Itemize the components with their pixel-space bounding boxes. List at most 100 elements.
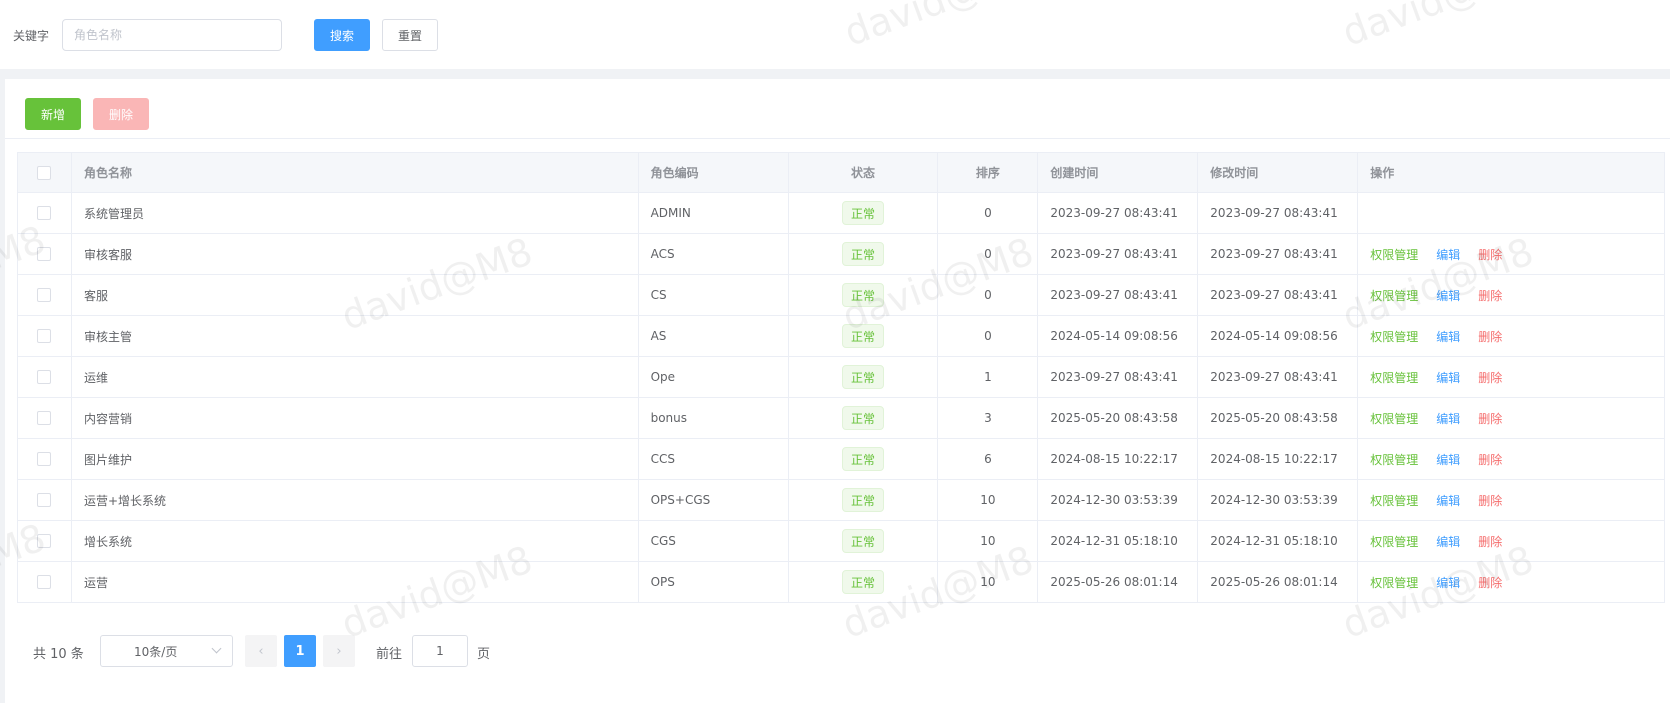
modified-time-cell: 2023-09-27 08:43:41 bbox=[1198, 357, 1359, 397]
delete-link[interactable]: 删除 bbox=[1478, 492, 1502, 509]
select-all-cell bbox=[18, 153, 72, 192]
role-code-cell: Ope bbox=[639, 357, 789, 397]
role-name-search-input[interactable] bbox=[62, 19, 282, 51]
next-page-button[interactable]: › bbox=[323, 635, 355, 667]
role-table: 角色名称 角色编码 状态 排序 创建时间 修改时间 操作 系统管理员 ADMIN 正… bbox=[17, 152, 1666, 603]
status-cell: 正常 bbox=[789, 521, 939, 561]
modified-time-cell: 2024-05-14 09:08:56 bbox=[1198, 316, 1359, 356]
status-badge: 正常 bbox=[841, 488, 884, 512]
chevron-left-icon: ‹ bbox=[258, 643, 264, 659]
toolbar-divider bbox=[5, 138, 1670, 139]
keyword-label: 关键字 bbox=[13, 29, 50, 43]
actions-cell: 权限管理 编辑 删除 bbox=[1358, 480, 1666, 520]
delete-link[interactable]: 删除 bbox=[1478, 410, 1502, 427]
actions-cell: 权限管理 编辑 删除 bbox=[1358, 521, 1666, 561]
permission-manage-link[interactable]: 权限管理 bbox=[1370, 451, 1418, 468]
row-checkbox[interactable] bbox=[37, 452, 52, 466]
edit-link[interactable]: 编辑 bbox=[1436, 574, 1460, 591]
role-name-cell: 运营+增长系统 bbox=[72, 480, 639, 520]
edit-link[interactable]: 编辑 bbox=[1436, 287, 1460, 304]
status-cell: 正常 bbox=[789, 398, 939, 438]
goto-suffix: 页 bbox=[477, 647, 491, 662]
add-role-button[interactable]: 新增 bbox=[25, 98, 81, 130]
row-select-cell bbox=[18, 357, 72, 397]
page-size-select[interactable]: 10条/页 bbox=[100, 635, 233, 667]
permission-manage-link[interactable]: 权限管理 bbox=[1370, 246, 1418, 263]
role-code-cell: OPS+CGS bbox=[639, 480, 789, 520]
reset-button[interactable]: 重置 bbox=[382, 19, 438, 51]
row-checkbox[interactable] bbox=[37, 247, 52, 261]
delete-link[interactable]: 删除 bbox=[1478, 246, 1502, 263]
row-checkbox[interactable] bbox=[37, 370, 52, 384]
permission-manage-link[interactable]: 权限管理 bbox=[1370, 369, 1418, 386]
created-time-cell: 2023-09-27 08:43:41 bbox=[1038, 193, 1199, 233]
row-checkbox[interactable] bbox=[37, 534, 52, 548]
row-checkbox[interactable] bbox=[37, 206, 52, 220]
row-checkbox[interactable] bbox=[37, 493, 52, 507]
delete-link[interactable]: 删除 bbox=[1478, 533, 1502, 550]
status-badge: 正常 bbox=[841, 365, 884, 389]
goto-label: 前往 bbox=[376, 647, 403, 662]
edit-link[interactable]: 编辑 bbox=[1436, 410, 1460, 427]
role-name-cell: 运维 bbox=[72, 357, 639, 397]
edit-link[interactable]: 编辑 bbox=[1436, 492, 1460, 509]
actions-cell: 权限管理 编辑 删除 bbox=[1358, 316, 1666, 356]
role-name-cell: 客服 bbox=[72, 275, 639, 315]
row-checkbox[interactable] bbox=[37, 411, 52, 425]
sort-cell: 1 bbox=[938, 357, 1039, 397]
table-row: 图片维护 CCS 正常 6 2024-08-15 10:22:17 2024-08-15 … bbox=[18, 439, 1666, 480]
created-time-cell: 2023-09-27 08:43:41 bbox=[1038, 275, 1199, 315]
role-name-cell: 增长系统 bbox=[72, 521, 639, 561]
role-list-card: 新增 删除 角色名称 角色编码 状态 排序 创建时间 修改时间 操作 系统管理员… bbox=[5, 79, 1670, 703]
modified-time-cell: 2023-09-27 08:43:41 bbox=[1198, 275, 1359, 315]
permission-manage-link[interactable]: 权限管理 bbox=[1370, 287, 1418, 304]
sort-cell: 0 bbox=[938, 193, 1039, 233]
row-select-cell bbox=[18, 234, 72, 274]
prev-page-button[interactable]: ‹ bbox=[245, 635, 277, 667]
header-role-name: 角色名称 bbox=[72, 153, 639, 192]
role-code-cell: CCS bbox=[639, 439, 789, 479]
header-role-code: 角色编码 bbox=[639, 153, 789, 192]
table-body: 系统管理员 ADMIN 正常 0 2023-09-27 08:43:41 2023-09-… bbox=[18, 193, 1666, 603]
delete-link[interactable]: 删除 bbox=[1478, 369, 1502, 386]
permission-manage-link[interactable]: 权限管理 bbox=[1370, 492, 1418, 509]
batch-delete-button[interactable]: 删除 bbox=[93, 98, 149, 130]
table-row: 客服 CS 正常 0 2023-09-27 08:43:41 2023-09-27 08:… bbox=[18, 275, 1666, 316]
header-sort: 排序 bbox=[938, 153, 1039, 192]
created-time-cell: 2025-05-20 08:43:58 bbox=[1038, 398, 1199, 438]
select-all-checkbox[interactable] bbox=[37, 165, 52, 180]
table-row: 内容营销 bonus 正常 3 2025-05-20 08:43:58 2025-05-2… bbox=[18, 398, 1666, 439]
role-code-cell: CS bbox=[639, 275, 789, 315]
status-cell: 正常 bbox=[789, 234, 939, 274]
page-size-value: 10条/页 bbox=[134, 644, 178, 659]
delete-link[interactable]: 删除 bbox=[1478, 451, 1502, 468]
row-checkbox[interactable] bbox=[37, 575, 52, 589]
goto-page-input[interactable] bbox=[412, 635, 468, 667]
pagination: 共 10 条 10条/页 ‹ 1 › 前往 页 bbox=[5, 634, 605, 668]
role-name-cell: 内容营销 bbox=[72, 398, 639, 438]
sort-cell: 3 bbox=[938, 398, 1039, 438]
permission-manage-link[interactable]: 权限管理 bbox=[1370, 533, 1418, 550]
row-select-cell bbox=[18, 193, 72, 233]
status-badge: 正常 bbox=[841, 529, 884, 553]
page-number-button[interactable]: 1 bbox=[284, 635, 316, 667]
chevron-down-icon bbox=[211, 643, 222, 654]
permission-manage-link[interactable]: 权限管理 bbox=[1370, 410, 1418, 427]
edit-link[interactable]: 编辑 bbox=[1436, 328, 1460, 345]
permission-manage-link[interactable]: 权限管理 bbox=[1370, 574, 1418, 591]
edit-link[interactable]: 编辑 bbox=[1436, 451, 1460, 468]
delete-link[interactable]: 删除 bbox=[1478, 287, 1502, 304]
search-button[interactable]: 搜索 bbox=[314, 19, 370, 51]
row-select-cell bbox=[18, 275, 72, 315]
edit-link[interactable]: 编辑 bbox=[1436, 246, 1460, 263]
permission-manage-link[interactable]: 权限管理 bbox=[1370, 328, 1418, 345]
edit-link[interactable]: 编辑 bbox=[1436, 369, 1460, 386]
row-checkbox[interactable] bbox=[37, 329, 52, 343]
row-select-cell bbox=[18, 316, 72, 356]
edit-link[interactable]: 编辑 bbox=[1436, 533, 1460, 550]
delete-link[interactable]: 删除 bbox=[1478, 574, 1502, 591]
role-code-cell: AS bbox=[639, 316, 789, 356]
delete-link[interactable]: 删除 bbox=[1478, 328, 1502, 345]
row-checkbox[interactable] bbox=[37, 288, 52, 302]
table-row: 增长系统 CGS 正常 10 2024-12-31 05:18:10 2024-12-31… bbox=[18, 521, 1666, 562]
